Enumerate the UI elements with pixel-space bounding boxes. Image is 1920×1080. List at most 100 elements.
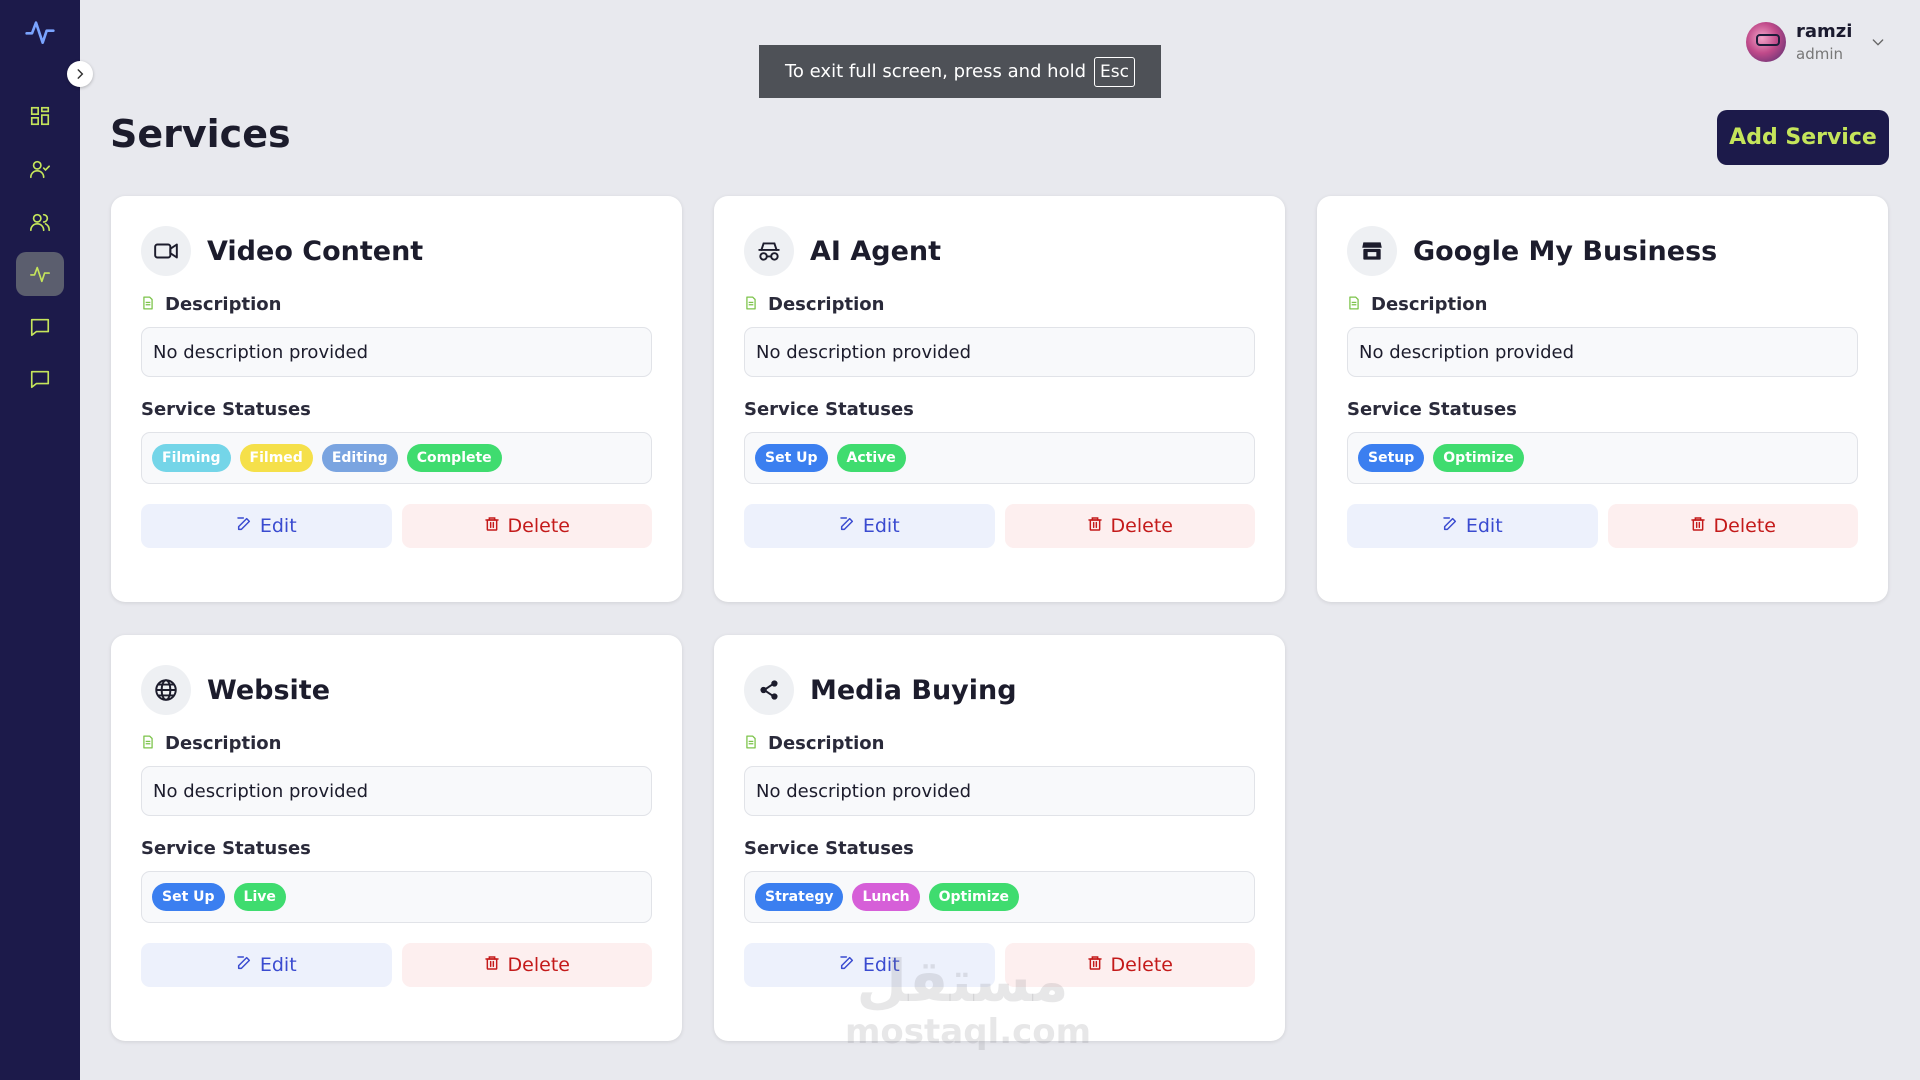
edit-label: Edit [259, 515, 297, 537]
document-icon [744, 294, 758, 315]
statuses-label: Service Statuses [141, 399, 311, 420]
delete-label: Delete [1713, 515, 1776, 537]
status-badge[interactable]: Editing [321, 444, 398, 472]
sidebar [0, 0, 80, 1080]
sidebar-toggle-button[interactable] [67, 61, 93, 87]
status-badge[interactable]: Set Up [755, 444, 828, 472]
edit-button[interactable]: Edit [141, 504, 392, 548]
edit-icon [236, 515, 252, 537]
edit-button[interactable]: Edit [1347, 504, 1598, 548]
message-icon [30, 370, 50, 389]
add-service-button[interactable]: Add Service [1717, 110, 1889, 165]
trash-icon [484, 515, 500, 537]
globe-icon [141, 665, 191, 715]
esc-key: Esc [1094, 56, 1135, 87]
status-badge[interactable]: Setup [1358, 444, 1425, 472]
service-card: Google My Business Description No descri… [1317, 196, 1888, 602]
service-title: Website [207, 674, 331, 706]
delete-button[interactable]: Delete [1004, 504, 1255, 548]
document-icon [1347, 294, 1361, 315]
video-icon [141, 226, 191, 276]
user-name: ramzi [1796, 20, 1853, 42]
delete-button[interactable]: Delete [1004, 943, 1255, 987]
description-label: Description [768, 294, 885, 315]
incognito-icon [744, 226, 794, 276]
document-icon [141, 294, 155, 315]
edit-button[interactable]: Edit [744, 504, 995, 548]
delete-label: Delete [507, 515, 570, 537]
document-icon [141, 733, 155, 754]
status-list: Set Up Active [744, 432, 1255, 484]
service-card: Video Content Description No description… [111, 196, 682, 602]
sidebar-item-chat[interactable] [16, 357, 64, 401]
edit-label: Edit [862, 954, 900, 976]
status-badge[interactable]: Lunch [852, 883, 920, 911]
edit-icon [236, 954, 252, 976]
status-badge[interactable]: Optimize [1433, 444, 1524, 472]
status-badge[interactable]: Strategy [755, 883, 844, 911]
description-label: Description [165, 294, 282, 315]
edit-icon [1442, 515, 1458, 537]
description-label: Description [1371, 294, 1488, 315]
delete-button[interactable]: Delete [401, 504, 652, 548]
sidebar-item-services[interactable] [16, 252, 64, 296]
status-badge[interactable]: Filmed [239, 444, 313, 472]
sidebar-item-messages[interactable] [16, 305, 64, 349]
service-card: Media Buying Description No description … [714, 635, 1285, 1041]
chevron-down-icon [1873, 39, 1884, 46]
status-badge[interactable]: Live [233, 883, 286, 911]
delete-button[interactable]: Delete [1607, 504, 1858, 548]
trash-icon [1087, 954, 1103, 976]
description-label: Description [165, 733, 282, 754]
activity-icon [30, 266, 50, 283]
document-icon [744, 733, 758, 754]
avatar [1746, 22, 1786, 62]
fullscreen-exit-toast: To exit full screen, press and hold Esc [759, 45, 1161, 98]
message-icon [30, 318, 50, 337]
trash-icon [484, 954, 500, 976]
trash-icon [1690, 515, 1706, 537]
service-title: Media Buying [810, 674, 1017, 706]
service-card: AI Agent Description No description prov… [714, 196, 1285, 602]
user-menu[interactable]: ramzi admin [1746, 20, 1886, 64]
status-badge[interactable]: Filming [152, 444, 231, 472]
edit-button[interactable]: Edit [141, 943, 392, 987]
sidebar-item-users[interactable] [16, 200, 64, 244]
status-badge[interactable]: Complete [406, 444, 502, 472]
service-card: Website Description No description provi… [111, 635, 682, 1041]
service-title: Video Content [207, 235, 424, 267]
statuses-label: Service Statuses [744, 399, 914, 420]
chevron-right-icon [77, 69, 84, 79]
service-title: Google My Business [1413, 235, 1718, 267]
description-field: No description provided [141, 766, 652, 816]
status-list: Set Up Live [141, 871, 652, 923]
status-badge[interactable]: Set Up [152, 883, 225, 911]
description-label: Description [768, 733, 885, 754]
activity-icon[interactable] [24, 16, 56, 48]
status-badge[interactable]: Optimize [928, 883, 1020, 911]
edit-label: Edit [259, 954, 297, 976]
service-title: AI Agent [810, 235, 942, 267]
status-badge[interactable]: Active [836, 444, 906, 472]
store-icon [1347, 226, 1397, 276]
sidebar-item-dashboard[interactable] [16, 94, 64, 138]
edit-button[interactable]: Edit [744, 943, 995, 987]
toast-text: To exit full screen, press and hold [785, 61, 1087, 82]
statuses-label: Service Statuses [141, 838, 311, 859]
user-role: admin [1796, 44, 1843, 63]
users-icon [30, 213, 50, 232]
description-field: No description provided [1347, 327, 1858, 377]
sidebar-item-user-check[interactable] [16, 147, 64, 191]
page-title: Services [110, 112, 291, 156]
status-list: Filming Filmed Editing Complete [141, 432, 652, 484]
delete-label: Delete [1110, 515, 1173, 537]
delete-label: Delete [507, 954, 570, 976]
edit-icon [839, 954, 855, 976]
edit-label: Edit [862, 515, 900, 537]
description-field: No description provided [141, 327, 652, 377]
edit-label: Edit [1465, 515, 1503, 537]
description-field: No description provided [744, 766, 1255, 816]
status-list: Strategy Lunch Optimize [744, 871, 1255, 923]
user-check-icon [30, 160, 50, 179]
delete-button[interactable]: Delete [401, 943, 652, 987]
